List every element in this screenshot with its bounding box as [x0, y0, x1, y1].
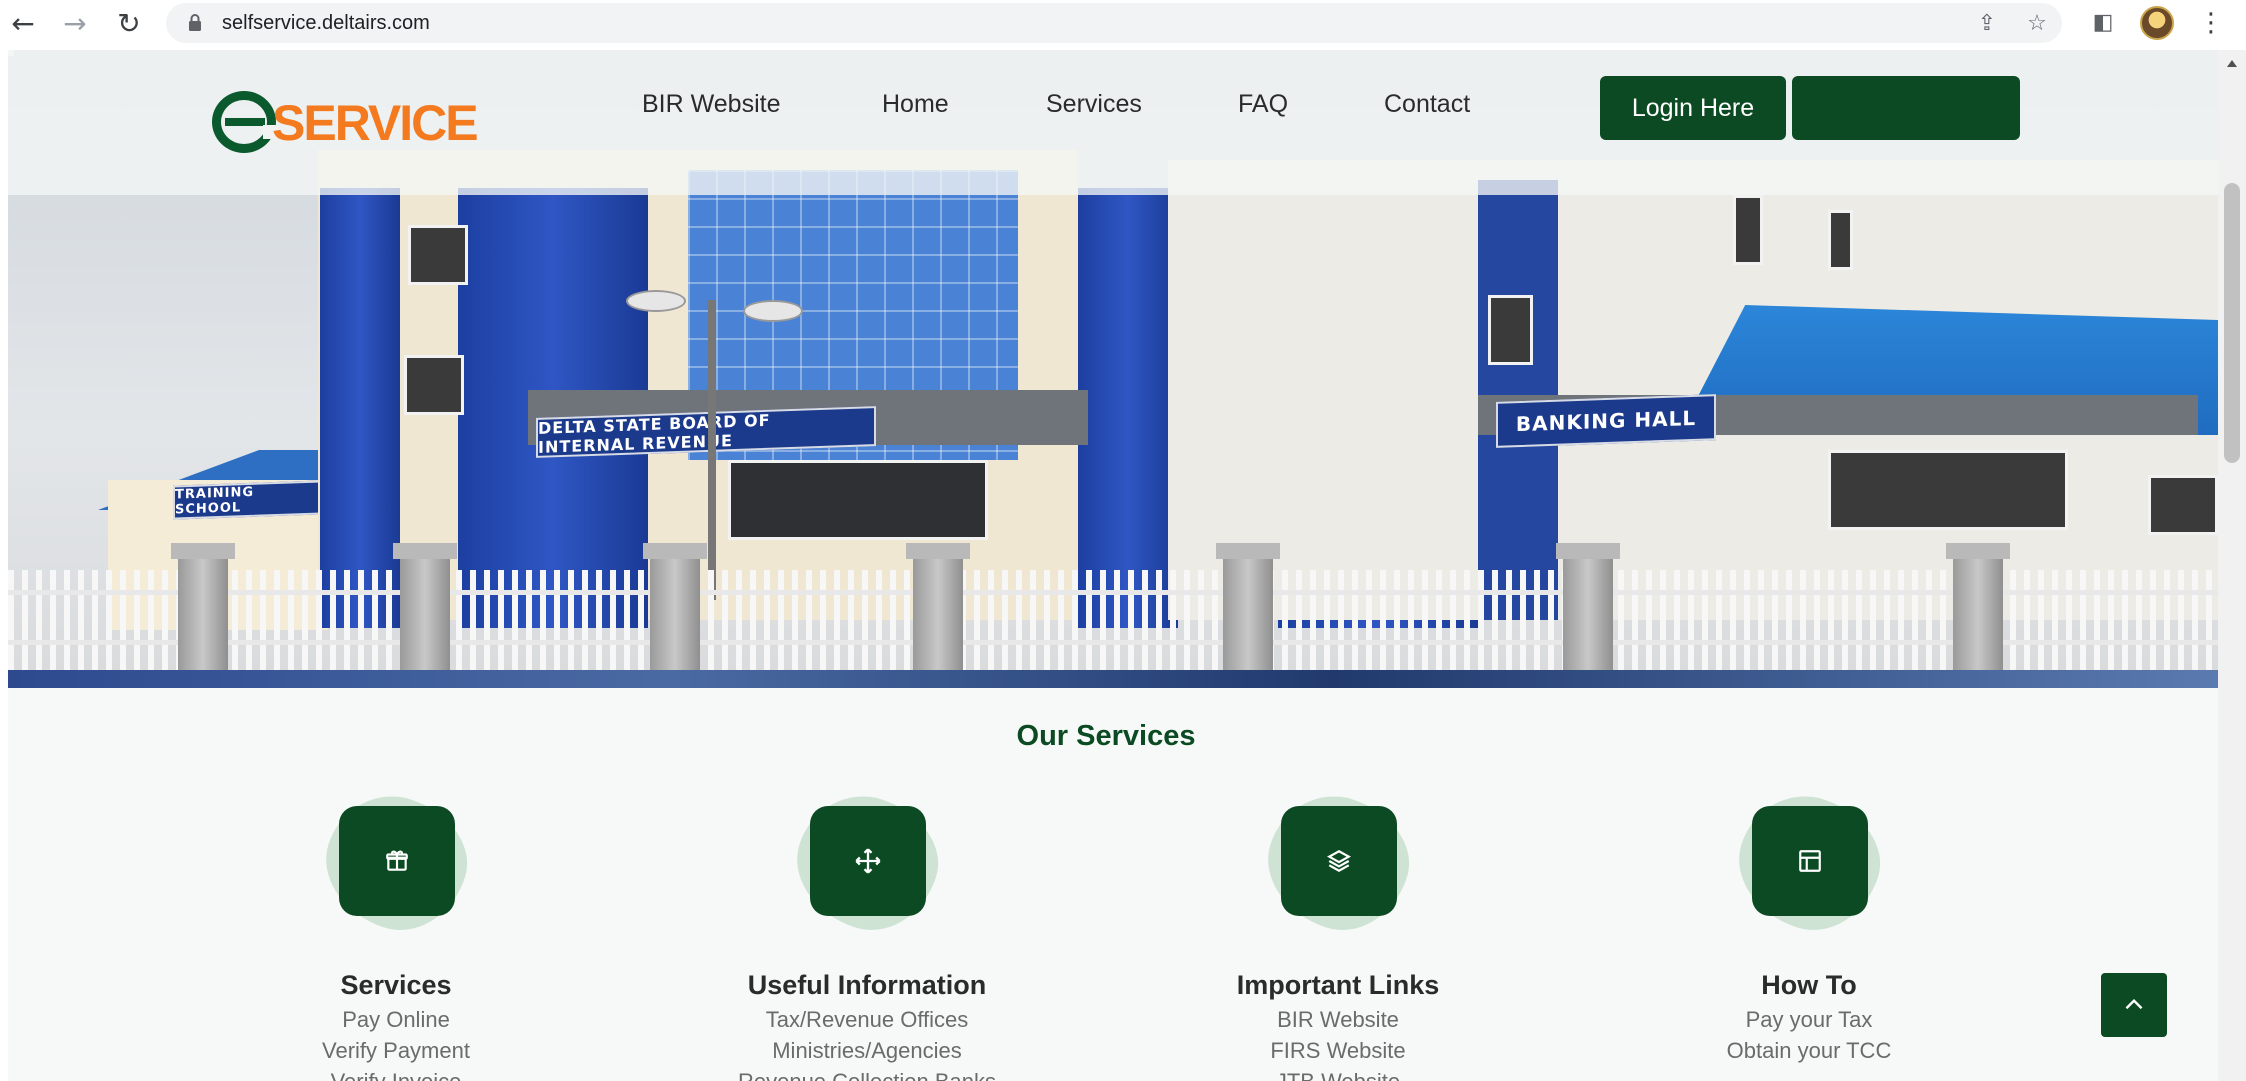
scrollbar-thumb[interactable] — [2224, 183, 2240, 463]
service-card-important-links: Important Links BIR Website FIRS Website… — [1128, 779, 1548, 1081]
nav-contact[interactable]: Contact — [1384, 90, 1470, 119]
page-scrollbar[interactable] — [2218, 50, 2246, 1081]
section-title: Our Services — [1016, 720, 1196, 752]
link-bir-website[interactable]: BIR Website — [1128, 1007, 1548, 1032]
service-card-useful-information: Useful Information Tax/Revenue Offices M… — [657, 779, 1077, 1081]
chevron-up-icon — [2125, 998, 2143, 1010]
training-school-sign: TRAINING SCHOOL — [173, 480, 323, 520]
link-revenue-collection-banks[interactable]: Revenue Collection Banks — [657, 1069, 1077, 1081]
scroll-up-arrow-icon[interactable] — [2227, 60, 2237, 67]
url-text: selfservice.deltairs.com — [222, 12, 430, 34]
layout-icon — [1752, 806, 1868, 916]
reload-icon[interactable]: ↻ — [112, 6, 146, 40]
card-title: Important Links — [1236, 970, 1440, 1000]
bookmark-star-icon[interactable]: ☆ — [2024, 11, 2050, 37]
page-viewport: TRAINING SCHOOL DELTA STATE BOARD OF INT… — [8, 50, 2218, 1081]
nav-faq[interactable]: FAQ — [1238, 90, 1288, 119]
browser-toolbar: ← → ↻ selfservice.deltairs.com ⇪ ☆ ◧ ⋮ — [0, 0, 2246, 46]
link-firs-website[interactable]: FIRS Website — [1128, 1038, 1548, 1063]
card-title: Useful Information — [747, 970, 987, 1000]
lock-icon — [189, 14, 201, 31]
nav-bir-website[interactable]: BIR Website — [642, 90, 780, 119]
link-obtain-your-tcc[interactable]: Obtain your TCC — [1599, 1038, 2019, 1063]
nav-home[interactable]: Home — [882, 90, 949, 119]
forward-arrow-icon[interactable]: → — [58, 6, 92, 40]
gift-icon — [339, 806, 455, 916]
nav-services[interactable]: Services — [1046, 90, 1142, 119]
card-title: Services — [340, 970, 452, 1000]
link-tax-revenue-offices[interactable]: Tax/Revenue Offices — [657, 1007, 1077, 1032]
side-panel-icon[interactable]: ◧ — [2090, 10, 2116, 36]
share-icon[interactable]: ⇪ — [1974, 11, 2000, 37]
link-verify-payment[interactable]: Verify Payment — [186, 1038, 606, 1063]
browser-menu-icon[interactable]: ⋮ — [2196, 6, 2226, 40]
link-jtb-website[interactable]: JTB Website — [1128, 1069, 1548, 1081]
address-bar[interactable]: selfservice.deltairs.com ⇪ ☆ — [166, 3, 2062, 43]
site-header: SERVICE BIR Website Home Services FAQ Co… — [8, 50, 2218, 195]
back-to-top-button[interactable] — [2101, 973, 2167, 1037]
banking-hall-sign: BANKING HALL — [1496, 394, 1716, 448]
service-card-services: Services Pay Online Verify Payment Verif… — [186, 779, 606, 1081]
move-arrows-icon — [810, 806, 926, 916]
register-button[interactable]: Register Here — [1792, 76, 2020, 140]
logo-wordmark: SERVICE — [272, 95, 479, 151]
link-verify-invoice[interactable]: Verify Invoice — [186, 1069, 606, 1081]
layers-icon — [1281, 806, 1397, 916]
back-arrow-icon[interactable]: ← — [6, 6, 40, 40]
service-card-how-to: How To Pay your Tax Obtain your TCC — [1599, 779, 2019, 1063]
login-button[interactable]: Login Here — [1600, 76, 1786, 140]
eservice-logo[interactable]: SERVICE — [212, 88, 482, 156]
e-logo-mark-icon — [212, 91, 277, 153]
our-services-section: Our Services Services Pay Online Verify … — [8, 688, 2218, 1081]
link-pay-online[interactable]: Pay Online — [186, 1007, 606, 1032]
link-pay-your-tax[interactable]: Pay your Tax — [1599, 1007, 2019, 1032]
link-ministries-agencies[interactable]: Ministries/Agencies — [657, 1038, 1077, 1063]
profile-avatar[interactable] — [2140, 6, 2174, 40]
card-title: How To — [1761, 970, 1857, 1000]
